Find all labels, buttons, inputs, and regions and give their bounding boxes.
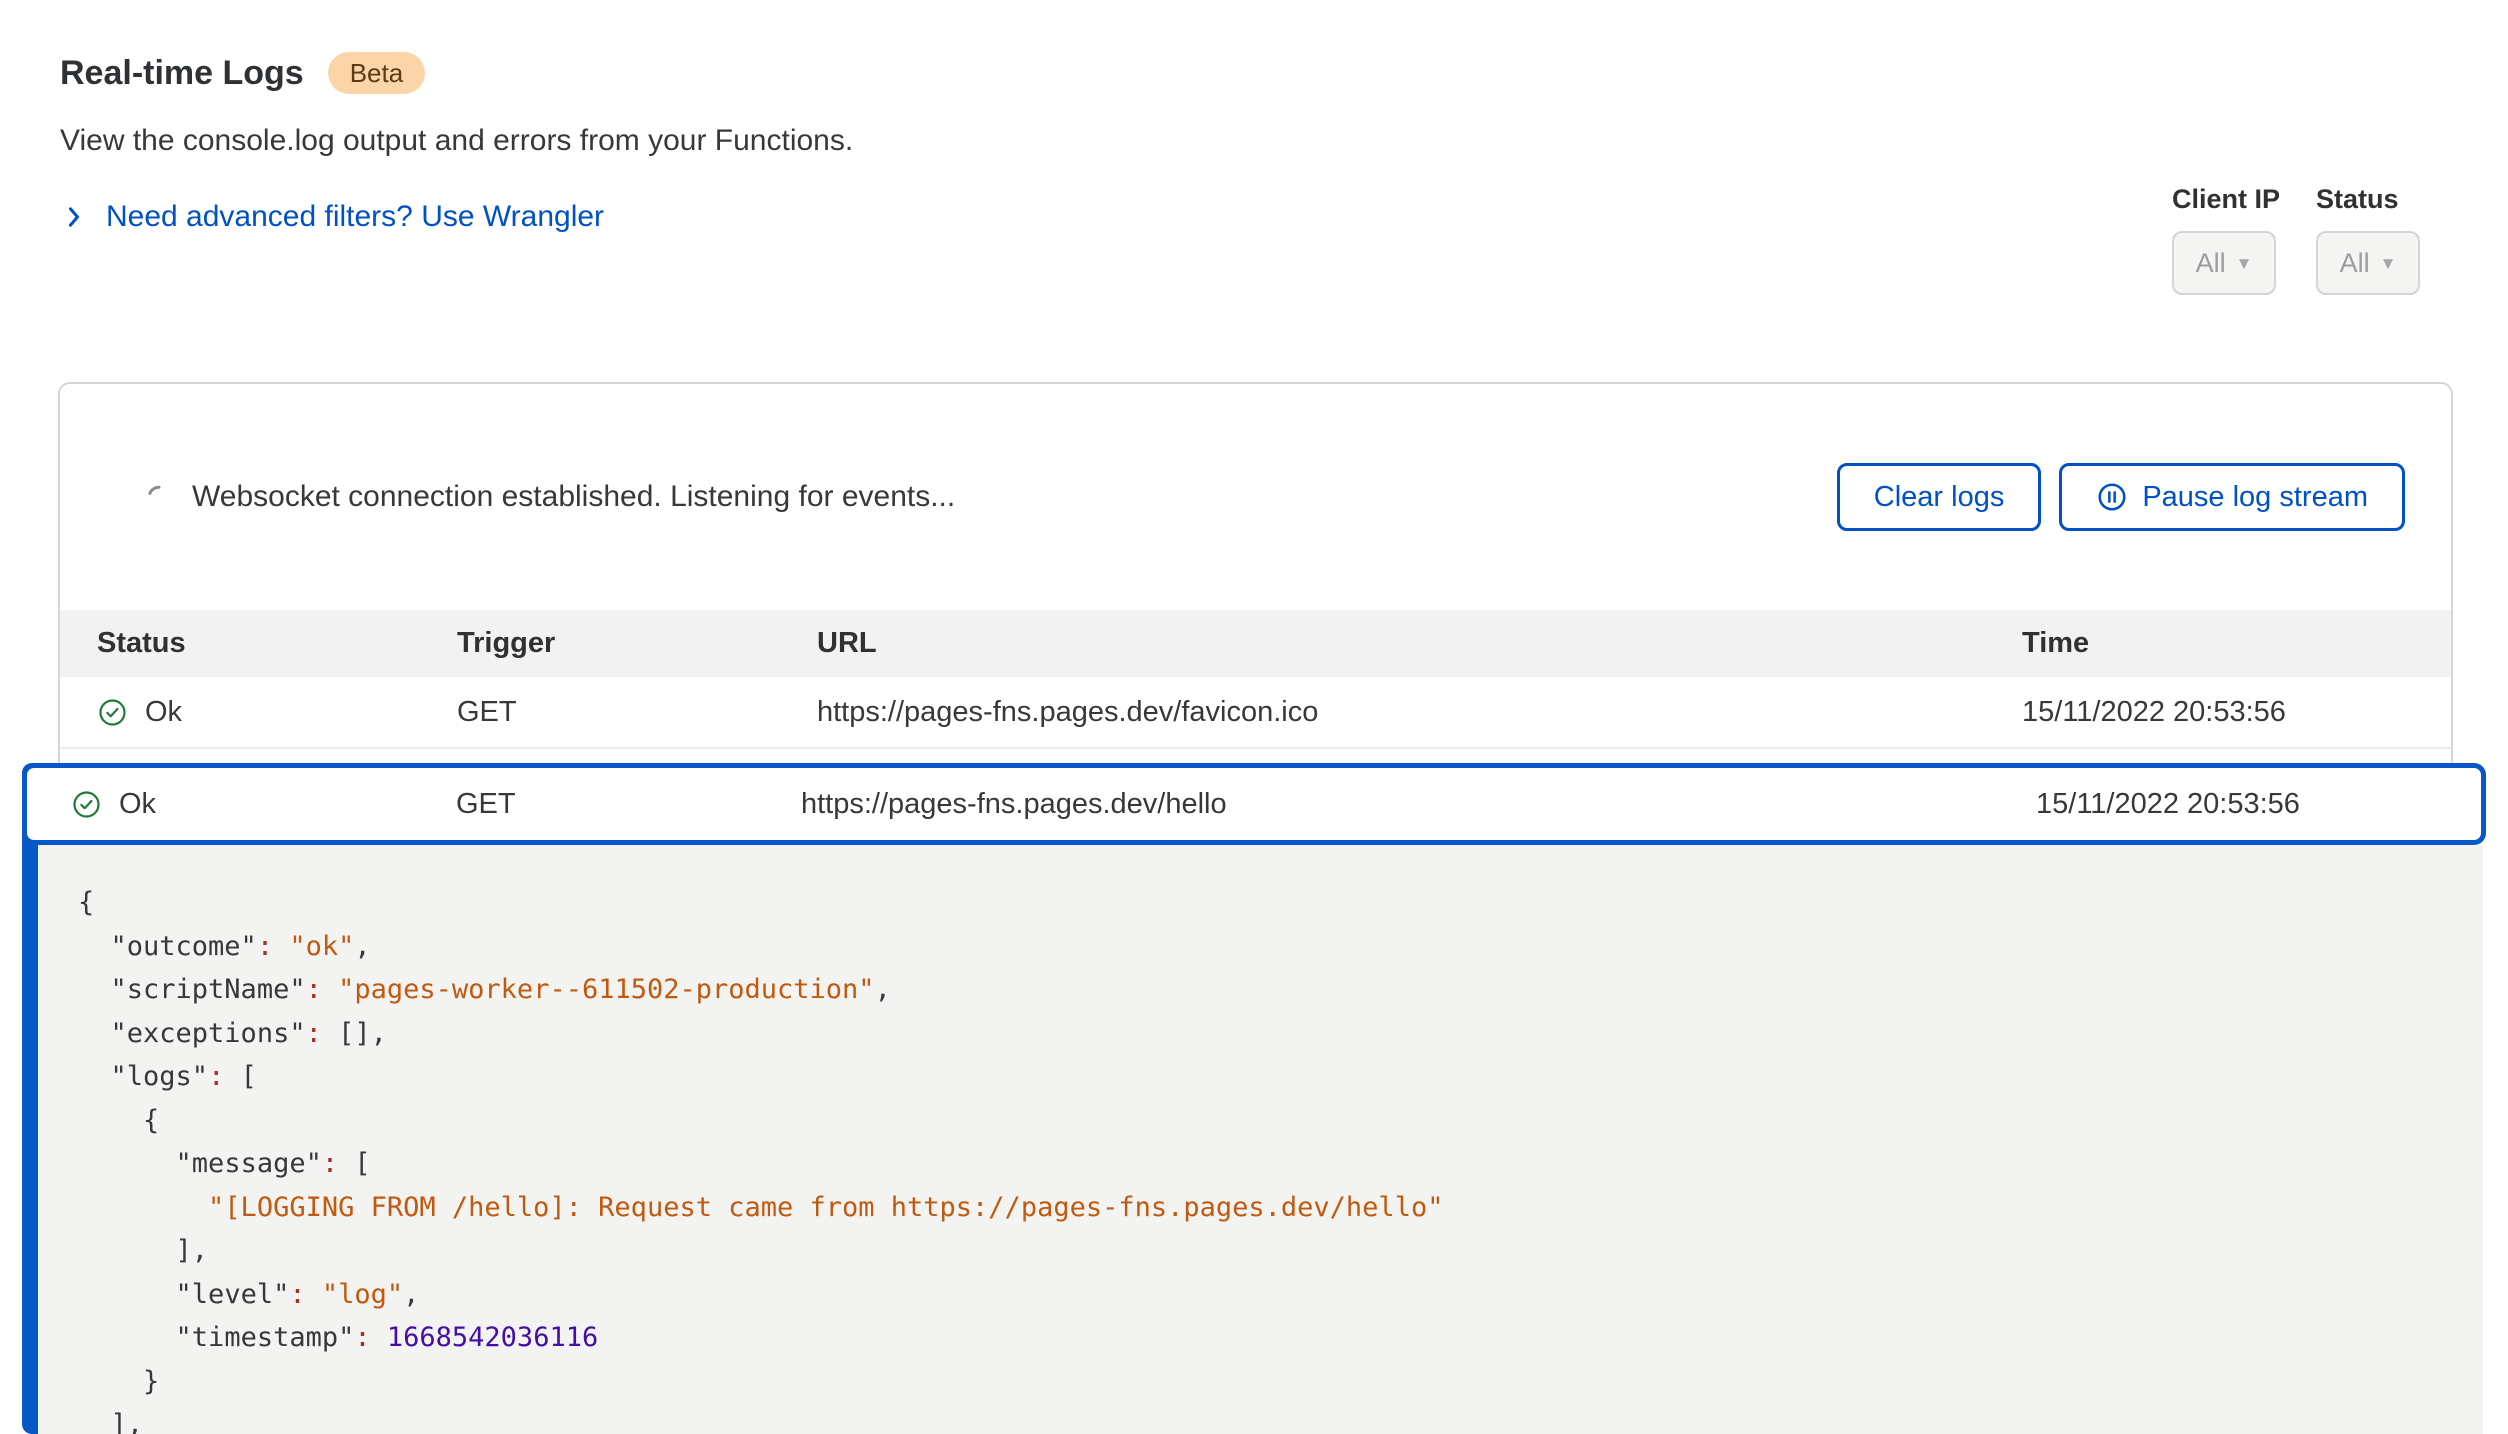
wrangler-link-label: Need advanced filters? Use Wrangler — [106, 200, 604, 234]
row-status: Ok — [119, 788, 156, 821]
selected-row-accent-bar — [22, 763, 38, 1434]
filter-controls: Client IP All ▼ Status All ▼ — [2172, 184, 2420, 295]
beta-badge: Beta — [328, 52, 426, 94]
column-header-trigger: Trigger — [457, 627, 817, 660]
log-table-row-expanded[interactable]: Ok GET https://pages-fns.pages.dev/hello… — [22, 763, 2486, 845]
row-time: 15/11/2022 20:53:56 — [2036, 788, 2481, 821]
websocket-status-text: Websocket connection established. Listen… — [192, 480, 955, 514]
caret-down-icon: ▼ — [2236, 254, 2253, 274]
expanded-log-entry: Ok GET https://pages-fns.pages.dev/hello… — [22, 763, 2486, 1434]
clear-logs-button[interactable]: Clear logs — [1837, 463, 2042, 531]
row-trigger: GET — [456, 788, 801, 821]
log-table-header: Status Trigger URL Time — [60, 610, 2451, 677]
row-time: 15/11/2022 20:53:56 — [2022, 696, 2451, 729]
log-panel-toolbar: Websocket connection established. Listen… — [60, 384, 2451, 610]
column-header-time: Time — [2022, 627, 2451, 660]
pause-icon — [2096, 481, 2128, 513]
chevron-right-icon — [60, 203, 88, 231]
status-filter-label: Status — [2316, 184, 2399, 215]
row-url: https://pages-fns.pages.dev/hello — [801, 788, 2036, 821]
client-ip-dropdown-value: All — [2196, 248, 2226, 279]
toolbar-buttons: Clear logs Pause log stream — [1837, 463, 2405, 531]
success-check-icon — [71, 789, 102, 820]
page-header: Real-time Logs Beta View the console.log… — [60, 52, 853, 234]
success-check-icon — [97, 697, 128, 728]
caret-down-icon: ▼ — [2380, 254, 2397, 274]
client-ip-dropdown[interactable]: All ▼ — [2172, 231, 2276, 295]
pause-log-stream-label: Pause log stream — [2142, 481, 2368, 514]
row-status: Ok — [145, 696, 182, 729]
log-table-row[interactable]: Ok GET https://pages-fns.pages.dev/favic… — [60, 677, 2451, 749]
page-subtitle: View the console.log output and errors f… — [60, 124, 853, 158]
row-url: https://pages-fns.pages.dev/favicon.ico — [817, 696, 2022, 729]
pause-log-stream-button[interactable]: Pause log stream — [2059, 463, 2405, 531]
row-trigger: GET — [457, 696, 817, 729]
status-dropdown-value: All — [2340, 248, 2370, 279]
json-log-body: { "outcome": "ok", "scriptName": "pages-… — [38, 845, 2483, 1434]
client-ip-filter: Client IP All ▼ — [2172, 184, 2280, 295]
status-dropdown[interactable]: All ▼ — [2316, 231, 2420, 295]
client-ip-filter-label: Client IP — [2172, 184, 2280, 215]
clear-logs-label: Clear logs — [1874, 481, 2005, 514]
status-filter: Status All ▼ — [2316, 184, 2420, 295]
column-header-status: Status — [97, 627, 457, 660]
realtime-logs-page: Real-time Logs Beta View the console.log… — [0, 0, 2508, 1434]
column-header-url: URL — [817, 627, 2022, 660]
websocket-status: Websocket connection established. Listen… — [146, 480, 955, 514]
wrangler-filters-link[interactable]: Need advanced filters? Use Wrangler — [60, 200, 853, 234]
spinner-icon — [146, 484, 172, 510]
page-title: Real-time Logs — [60, 54, 304, 93]
